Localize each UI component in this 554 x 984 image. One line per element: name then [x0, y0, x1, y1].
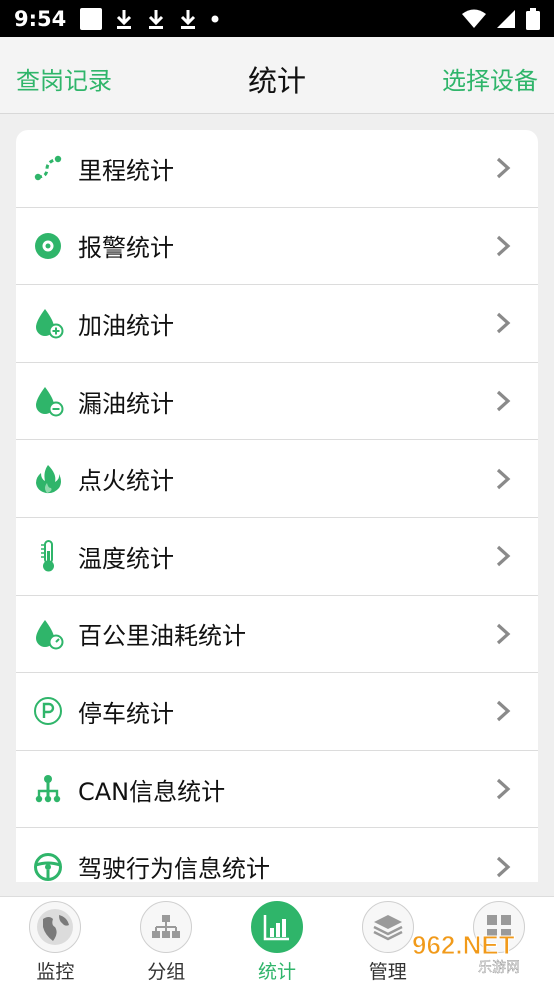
list-item-label: 停车统计 — [78, 699, 174, 728]
list-item-label: 百公里油耗统计 — [78, 622, 246, 651]
list-item-label: 报警统计 — [78, 234, 174, 263]
chevron-right-icon — [496, 778, 511, 800]
list-item-driving-behavior-stats[interactable]: 驾驶行为信息统计 — [16, 828, 538, 882]
chevron-right-icon — [496, 313, 511, 334]
list-item-temperature-stats[interactable]: 温度统计 — [16, 518, 538, 596]
nav-tab-label: 监控 — [36, 961, 75, 983]
list-item-fuel-consumption-stats[interactable]: 百公里油耗统计 — [16, 596, 538, 674]
chevron-right-icon — [496, 856, 511, 877]
notification-square-icon — [80, 7, 103, 30]
select-device-button[interactable]: 选择设备 — [442, 61, 538, 96]
can-network-icon — [32, 773, 64, 805]
group-tree-icon — [140, 901, 193, 953]
list-item-label: 点火统计 — [78, 467, 174, 496]
globe-icon — [29, 901, 82, 953]
list-item-refuel-stats[interactable]: 加油统计 — [16, 285, 538, 363]
fuel-leak-icon — [32, 385, 64, 417]
chevron-right-icon — [496, 623, 511, 645]
watermark-text: 962.NET — [412, 930, 515, 960]
chevron-right-icon — [496, 468, 511, 489]
system-icons — [462, 7, 540, 30]
steering-wheel-icon — [32, 851, 64, 882]
status-time: 9:54 — [14, 6, 67, 31]
list-item-fuel-leak-stats[interactable]: 漏油统计 — [16, 363, 538, 441]
layers-icon — [361, 901, 414, 953]
chevron-right-icon — [496, 546, 511, 567]
download-icon — [149, 9, 164, 29]
fuel-add-icon — [32, 307, 64, 339]
thermometer-icon — [32, 540, 64, 572]
list-item-label: 漏油统计 — [78, 389, 174, 418]
status-bar: 9:54 — [0, 0, 554, 37]
watermark-subtext: 乐游网 — [478, 960, 520, 976]
nav-tab-label: 分组 — [147, 961, 186, 983]
list-item-label: 里程统计 — [78, 156, 174, 185]
download-icon — [181, 9, 196, 29]
nav-tab-label: 统计 — [257, 961, 296, 983]
fire-icon — [32, 463, 64, 495]
battery-icon — [526, 7, 540, 30]
dot-icon — [211, 15, 219, 22]
nav-tab-stats[interactable]: 统计 — [222, 897, 333, 984]
list-item-label: 温度统计 — [78, 544, 174, 573]
stats-menu-list: 里程统计 报警统计 加油统计 漏油统计 点火统计 温度统计 百公里油耗统计 停车… — [16, 130, 538, 882]
wifi-icon — [462, 9, 486, 28]
nav-tab-label: 管理 — [368, 961, 407, 983]
list-item-ignition-stats[interactable]: 点火统计 — [16, 440, 538, 518]
list-item-alarm-stats[interactable]: 报警统计 — [16, 208, 538, 286]
nav-tab-group[interactable]: 分组 — [111, 897, 222, 984]
list-item-label: CAN信息统计 — [78, 777, 226, 806]
stats-chart-icon — [250, 901, 303, 953]
watermark-logo: 962.NET 乐游网 — [412, 930, 521, 977]
alarm-icon — [32, 230, 64, 262]
list-item-label: 加油统计 — [78, 311, 174, 340]
list-item-mileage-stats[interactable]: 里程统计 — [16, 130, 538, 208]
list-item-can-info-stats[interactable]: CAN信息统计 — [16, 751, 538, 829]
parking-icon — [32, 695, 64, 727]
signal-icon — [497, 9, 515, 28]
nav-tab-monitor[interactable]: 监控 — [0, 897, 111, 984]
chevron-right-icon — [496, 235, 511, 257]
list-item-parking-stats[interactable]: 停车统计 — [16, 673, 538, 751]
list-item-label: 驾驶行为信息统计 — [78, 855, 270, 882]
route-icon — [32, 152, 64, 184]
app-header: 查岗记录 统计 选择设备 — [0, 37, 554, 114]
fuel-consumption-icon — [32, 618, 64, 650]
chevron-right-icon — [496, 390, 511, 412]
chevron-right-icon — [496, 701, 511, 722]
chevron-right-icon — [496, 158, 511, 179]
download-icon — [117, 9, 132, 29]
notification-icons — [80, 7, 220, 30]
